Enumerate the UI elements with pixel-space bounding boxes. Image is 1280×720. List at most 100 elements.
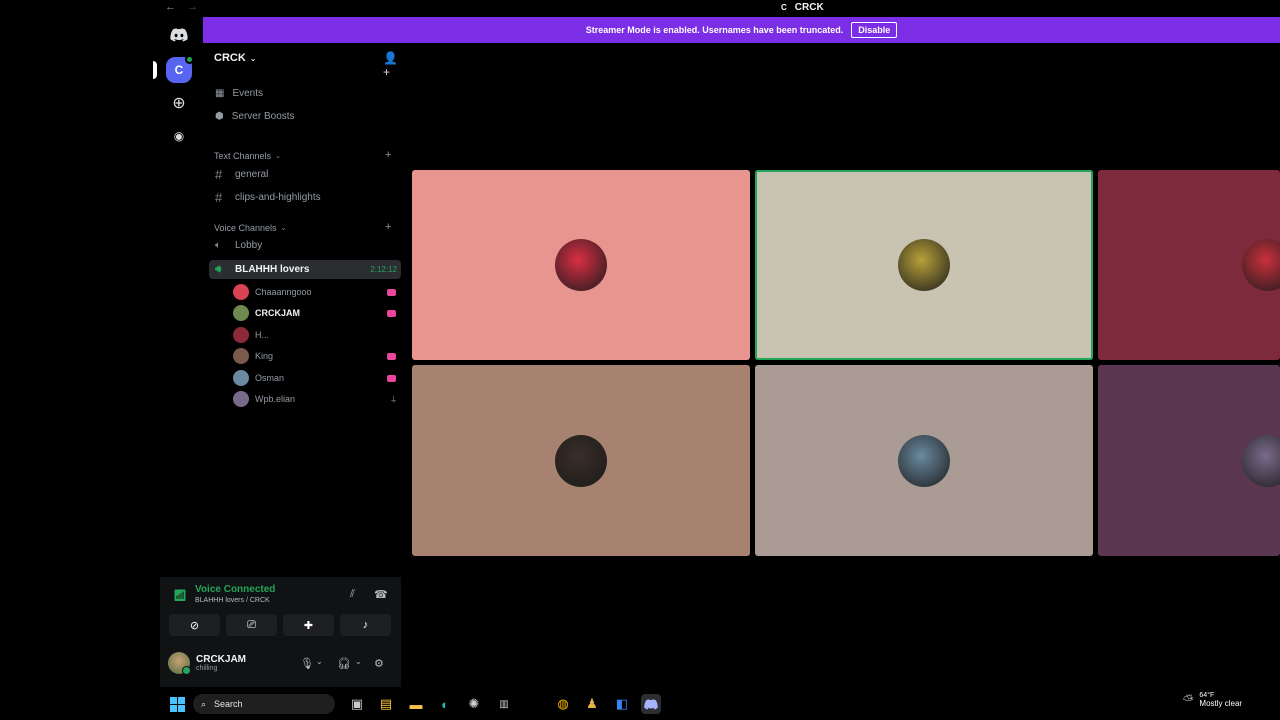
avatar xyxy=(233,327,249,343)
avatar xyxy=(1242,239,1280,291)
history-nav: ← → xyxy=(165,1,206,13)
avatar xyxy=(168,652,191,675)
task-view-icon[interactable]: ▣ xyxy=(347,694,367,714)
activities-icon: ✚ xyxy=(303,619,314,632)
chevron-down-icon: ⌄ xyxy=(280,225,287,232)
voice-panel: 📶︎ Voice Connected BLAHHH lovers / CRCK … xyxy=(160,577,401,687)
weather-condition: Mostly clear xyxy=(1199,699,1243,708)
streaming-icon xyxy=(387,352,396,360)
avatar xyxy=(233,370,249,386)
voice-member[interactable]: CRCKJAM xyxy=(233,305,396,321)
edge-icon[interactable]: ◐ xyxy=(435,694,455,714)
voice-active-dot xyxy=(185,55,194,64)
streaming-icon xyxy=(387,288,396,296)
channel-lobby[interactable]: 🔈︎ Lobby xyxy=(215,240,262,251)
server-icon: C xyxy=(781,3,787,12)
window-title: C CRCK xyxy=(781,2,824,13)
windows-start-icon[interactable] xyxy=(167,694,187,714)
channel-clips-and-highlights[interactable]: # clips-and-highlights xyxy=(215,190,321,205)
server-boosts-item[interactable]: ⬢ Server Boosts xyxy=(215,111,295,122)
signal-icon[interactable]: 📶︎ xyxy=(173,589,187,602)
app-icon[interactable]: ♟ xyxy=(582,694,602,714)
chevron-down-icon[interactable]: ⌄ xyxy=(355,657,362,666)
hashtag-icon: # xyxy=(215,190,223,205)
deafened-icon: ⍊ xyxy=(391,394,396,403)
voice-member[interactable]: Osman xyxy=(233,370,396,386)
hashtag-icon: # xyxy=(215,167,223,182)
arrow-right-icon[interactable]: → xyxy=(187,1,198,13)
weather-widget[interactable]: ⛅︎ 64°F Mostly clear xyxy=(1183,692,1242,708)
soundboard-button[interactable]: ♪ xyxy=(340,614,391,636)
gear-icon[interactable]: ⚙ xyxy=(374,657,384,670)
screen-share-icon: ⎚ xyxy=(247,618,256,631)
disable-streamer-mode-button[interactable]: Disable xyxy=(851,22,898,38)
discord-taskbar-icon[interactable] xyxy=(641,694,661,714)
headphones-icon[interactable]: 🎧︎ xyxy=(337,657,351,670)
voice-channels-category[interactable]: Voice Channels ⌄ xyxy=(214,223,286,233)
voice-member[interactable]: King xyxy=(233,348,396,364)
voice-member[interactable]: Chaaanngooo xyxy=(233,284,396,300)
voice-channel-path[interactable]: BLAHHH lovers / CRCK xyxy=(195,597,270,604)
chrome-icon[interactable]: ◍ xyxy=(553,694,573,714)
channel-general[interactable]: # general xyxy=(215,167,268,182)
create-voice-channel-icon[interactable]: + xyxy=(385,221,391,233)
video-tile[interactable] xyxy=(1098,170,1280,360)
banner-text: Streamer Mode is enabled. Usernames have… xyxy=(585,25,844,35)
channel-blahhh-lovers[interactable]: 🔊︎ BLAHHH lovers 2:12:12 xyxy=(209,260,401,279)
streaming-icon xyxy=(387,374,396,382)
chevron-down-icon[interactable]: ⌄ xyxy=(316,657,323,666)
user-panel[interactable]: CRCKJAM chilling xyxy=(168,652,246,675)
events-item[interactable]: ▦ Events xyxy=(215,88,263,99)
file-explorer-icon[interactable]: ▬ xyxy=(406,694,426,714)
noise-suppression-icon[interactable]: ⫽ xyxy=(350,588,355,601)
avatar xyxy=(555,239,607,291)
avatar xyxy=(898,434,950,487)
speaker-icon: 🔈︎ xyxy=(215,240,221,251)
arrow-left-icon[interactable]: ← xyxy=(165,1,176,13)
server-crck-icon[interactable]: C xyxy=(166,55,194,83)
video-tile[interactable] xyxy=(1098,365,1280,556)
title-bar: ← → C CRCK xyxy=(155,0,1280,17)
create-text-channel-icon[interactable]: + xyxy=(385,149,391,161)
disconnect-icon[interactable]: ☎ xyxy=(374,588,388,601)
discord-home-icon[interactable] xyxy=(166,22,192,48)
explore-icon[interactable]: ◉ xyxy=(166,123,192,149)
username: CRCKJAM xyxy=(196,654,246,665)
avatar xyxy=(1242,434,1280,487)
avatar xyxy=(233,391,249,407)
weather-icon: ⛅︎ xyxy=(1183,692,1194,707)
video-tile[interactable] xyxy=(755,170,1093,360)
streaming-icon xyxy=(387,309,396,317)
server-name-button[interactable]: CRCK ⌄ xyxy=(214,52,256,64)
add-server-icon[interactable]: ⊕ xyxy=(166,90,192,116)
microphone-icon[interactable]: 🎙︎ xyxy=(300,657,314,670)
chevron-down-icon: ⌄ xyxy=(275,153,281,160)
call-timer: 2:12:12 xyxy=(370,265,397,274)
voice-member[interactable]: H... xyxy=(233,327,396,343)
invite-people-icon[interactable]: 👤+ xyxy=(383,51,403,79)
video-tile[interactable] xyxy=(412,170,750,360)
desktop-margin xyxy=(0,0,155,720)
voice-status[interactable]: Voice Connected xyxy=(195,584,275,595)
video-off-icon: ⊘ xyxy=(189,619,200,632)
custom-status: chilling xyxy=(196,665,218,672)
search-icon: ⌕ xyxy=(201,698,207,709)
video-tile[interactable] xyxy=(412,365,750,556)
calendar-icon: ▦ xyxy=(215,88,225,99)
epic-games-icon[interactable]: ▥ xyxy=(494,694,514,714)
video-tile[interactable] xyxy=(755,365,1093,556)
text-channels-category[interactable]: Text Channels ⌄ xyxy=(214,151,281,161)
share-screen-button[interactable]: ⎚ xyxy=(226,614,277,636)
store-icon[interactable]: ▤ xyxy=(376,694,396,714)
app-icon[interactable]: ◧ xyxy=(612,694,632,714)
avatar xyxy=(233,348,249,364)
chatgpt-icon[interactable]: ✺ xyxy=(464,694,484,714)
voice-member[interactable]: Wpb.elian ⍊ xyxy=(233,391,396,407)
camera-toggle-button[interactable]: ⊘ xyxy=(169,614,220,636)
channel-sidebar: CRCK ⌄ 👤+ ▦ Events ⬢ Server Boosts Text … xyxy=(203,43,403,575)
taskbar-search[interactable]: ⌕ Search xyxy=(193,694,335,714)
soundboard-icon: ♪ xyxy=(362,619,369,631)
active-server-indicator xyxy=(153,61,157,79)
avatar xyxy=(233,284,249,300)
activities-button[interactable]: ✚ xyxy=(283,614,334,636)
